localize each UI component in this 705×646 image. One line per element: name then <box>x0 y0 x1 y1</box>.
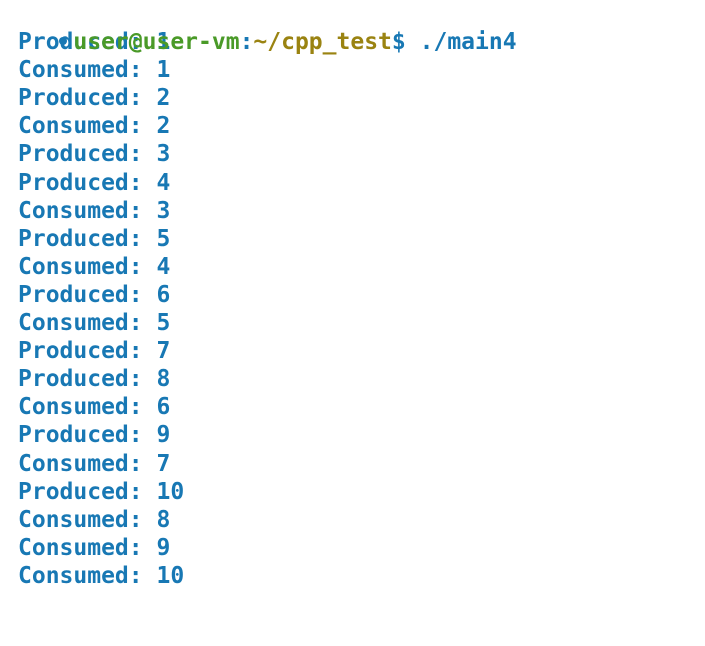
terminal-output-pane[interactable]: user@user-vm:~/cpp_test$ ./main4 Produce… <box>0 0 705 646</box>
output-line: Consumed: 6 <box>0 393 705 421</box>
output-line: Produced: 7 <box>0 337 705 365</box>
output-line-text: Consumed: 9 <box>18 534 171 561</box>
output-line: Consumed: 3 <box>0 197 705 225</box>
shell-prompt-line: user@user-vm:~/cpp_test$ ./main4 <box>0 0 705 55</box>
prompt-dollar-sign: $ <box>391 29 406 56</box>
output-line-text: Consumed: 1 <box>18 57 171 84</box>
output-line-text: Produced: 6 <box>18 281 171 308</box>
output-line-text: Produced: 10 <box>18 478 185 505</box>
output-line: Consumed: 1 <box>0 56 705 84</box>
output-line-text: Produced: 9 <box>18 422 171 449</box>
output-line-text: Consumed: 6 <box>18 394 171 421</box>
output-line-text: Consumed: 8 <box>18 506 171 533</box>
output-line-text: Produced: 7 <box>18 338 171 365</box>
output-line: Produced: 4 <box>0 169 705 197</box>
output-line: Consumed: 8 <box>0 506 705 534</box>
prompt-user-host: user@user-vm <box>73 29 240 56</box>
output-line: Consumed: 7 <box>0 450 705 478</box>
prompt-working-directory: ~/cpp_test <box>253 29 392 56</box>
output-line-text: Produced: 4 <box>18 169 171 196</box>
prompt-separator: : <box>239 29 254 56</box>
output-line-text: Consumed: 10 <box>18 562 185 589</box>
output-line: Produced: 3 <box>0 140 705 168</box>
output-line-text: Produced: 8 <box>18 366 171 393</box>
output-line: Produced: 8 <box>0 365 705 393</box>
output-line-text: Consumed: 7 <box>18 450 171 477</box>
prompt-bullet-icon <box>59 36 68 45</box>
output-line: Consumed: 2 <box>0 112 705 140</box>
prompt-command: ./main4 <box>419 29 517 56</box>
output-line: Produced: 9 <box>0 421 705 449</box>
output-line: Produced: 6 <box>0 281 705 309</box>
output-line-text: Consumed: 4 <box>18 253 171 280</box>
output-line-text: Consumed: 5 <box>18 310 171 337</box>
output-line-text: Produced: 5 <box>18 225 171 252</box>
output-line: Consumed: 4 <box>0 253 705 281</box>
program-output-list: Produced: 1 Consumed: 1 Produced: 2 Consume… <box>0 28 705 590</box>
output-line: Consumed: 10 <box>0 562 705 590</box>
output-line: Produced: 5 <box>0 225 705 253</box>
output-line-text: Produced: 2 <box>18 85 171 112</box>
output-line: Consumed: 5 <box>0 309 705 337</box>
output-line: Produced: 2 <box>0 84 705 112</box>
output-line-text: Produced: 3 <box>18 141 171 168</box>
output-line: Consumed: 9 <box>0 534 705 562</box>
output-line-text: Consumed: 2 <box>18 113 171 140</box>
output-line-text: Consumed: 3 <box>18 197 171 224</box>
output-line: Produced: 10 <box>0 478 705 506</box>
